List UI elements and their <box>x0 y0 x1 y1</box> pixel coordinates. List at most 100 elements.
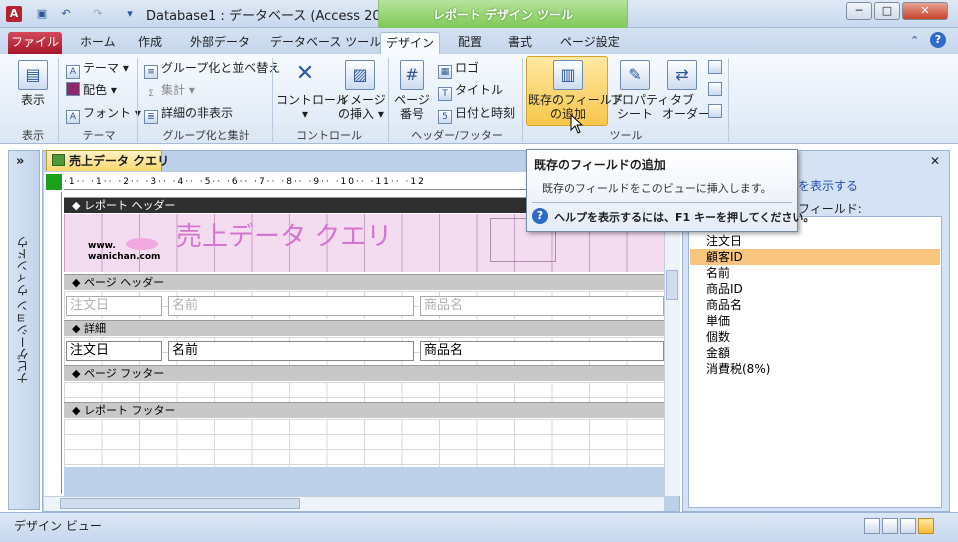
page-footer-section[interactable] <box>64 382 664 402</box>
add-existing-fields-button[interactable]: ▥ 既存のフィールド の追加 <box>528 58 624 124</box>
themes-label: テーマ ▾ <box>83 61 129 75</box>
navigation-pane-label: ナビゲーション ウィンドウ <box>16 236 30 384</box>
tooltip-title: 既存のフィールドの追加 <box>534 158 666 172</box>
print-preview-icon[interactable] <box>882 518 898 534</box>
property-sheet-icon: ✎ <box>620 60 650 90</box>
group-separator <box>272 58 273 142</box>
layout-view-icon[interactable] <box>900 518 916 534</box>
group-sort-label: グループ化と並べ替え <box>161 61 281 75</box>
group-sort-button[interactable]: ≡ グループ化と並べ替え <box>144 58 281 79</box>
status-text: デザイン ビュー <box>14 519 102 533</box>
report-view-icon[interactable] <box>864 518 880 534</box>
close-field-list-icon[interactable]: ✕ <box>930 154 940 168</box>
minimize-button[interactable]: ─ <box>846 2 872 20</box>
date-time-label: 日付と時刻 <box>455 106 516 120</box>
field-item[interactable]: 単価 <box>706 313 730 329</box>
report-selector[interactable] <box>46 174 62 190</box>
tab-file[interactable]: ファイル <box>8 32 62 54</box>
property-sheet-label-2: シート <box>616 107 653 121</box>
themes-button[interactable]: A テーマ ▾ <box>66 58 129 79</box>
tab-order-button[interactable]: ⇄ タブ オーダー <box>662 58 710 124</box>
image-icon: ▨ <box>345 60 375 90</box>
field-item[interactable]: 商品名 <box>706 297 742 313</box>
page-number-button[interactable]: # ページ 番号 <box>394 58 430 124</box>
logo-shape <box>126 238 158 250</box>
field-item[interactable]: 消費税(8%) <box>706 361 770 377</box>
redo-icon[interactable]: ↷ <box>90 6 106 22</box>
logo-image[interactable]: www. wanichan.com <box>88 234 172 262</box>
field-item[interactable]: 商品ID <box>706 281 743 297</box>
report-footer-section[interactable] <box>64 419 664 467</box>
page-number-label-2: 番号 <box>399 107 424 121</box>
calendar-icon: 5 <box>438 110 452 124</box>
view-button-label: 表示 <box>20 93 45 107</box>
controls-dropdown-icon: ▾ <box>301 107 309 121</box>
fonts-button[interactable]: A フォント ▾ <box>66 103 141 124</box>
help-icon[interactable]: ? <box>930 32 946 48</box>
customize-quick-access-icon[interactable]: ▾ <box>122 6 138 22</box>
view-code-icon[interactable] <box>708 82 722 96</box>
totals-label: 集計 ▾ <box>161 83 195 97</box>
hide-details-button[interactable]: ≣ 詳細の非表示 <box>144 103 234 124</box>
detail-label: 詳細 <box>83 322 106 335</box>
tab-format[interactable]: 書式 <box>498 32 542 54</box>
group-label-grouping: グループ化と集計 <box>162 129 250 142</box>
colors-button[interactable]: 配色 ▾ <box>66 80 117 100</box>
mouse-pointer-icon <box>570 114 584 134</box>
tab-create[interactable]: 作成 <box>128 32 172 54</box>
insert-image-label-1: イメージ <box>338 93 386 107</box>
field-name[interactable]: 名前 <box>168 341 414 361</box>
page-number-label-1: ページ <box>394 93 430 107</box>
field-product-name[interactable]: 商品名 <box>420 341 664 361</box>
section-bar-detail[interactable]: ◆ 詳細 <box>64 320 664 336</box>
view-button[interactable]: ▤ 表示 <box>12 58 54 124</box>
totals-button[interactable]: Σ 集計 ▾ <box>144 80 195 100</box>
title-button[interactable]: T タイトル <box>438 80 503 101</box>
field-item-selected[interactable]: 顧客ID <box>706 249 743 265</box>
group-label-controls: コントロール <box>296 129 362 142</box>
field-item[interactable]: 個数 <box>706 329 730 345</box>
tab-home[interactable]: ホーム <box>70 32 126 54</box>
tab-design[interactable]: デザイン <box>380 32 440 54</box>
label-product-name[interactable]: 商品名 <box>420 296 664 316</box>
vertical-ruler <box>46 192 62 494</box>
tab-database-tools[interactable]: データベース ツール <box>260 32 391 54</box>
undo-icon[interactable]: ↶ <box>58 6 74 22</box>
show-all-tables-link[interactable]: を表示する <box>798 177 858 194</box>
nav-pane-toggle[interactable]: » <box>16 154 24 169</box>
date-time-button[interactable]: 5 日付と時刻 <box>438 103 516 124</box>
minimize-ribbon-icon[interactable]: ⌃ <box>910 34 919 47</box>
convert-macros-icon[interactable] <box>708 104 722 118</box>
tab-arrange[interactable]: 配置 <box>448 32 492 54</box>
view-icon: ▤ <box>18 60 48 90</box>
controls-button[interactable]: ✕ コントロール ▾ <box>276 58 348 124</box>
page-footer-label: ページ フッター <box>83 367 165 380</box>
tab-order-icon: ⇄ <box>667 60 697 90</box>
tab-page-setup[interactable]: ページ設定 <box>550 32 630 54</box>
label-name[interactable]: 名前 <box>168 296 414 316</box>
section-bar-page-footer[interactable]: ◆ ページ フッター <box>64 365 664 381</box>
logo-button[interactable]: ▦ ロゴ <box>438 58 479 79</box>
maximize-button[interactable]: □ <box>874 2 900 20</box>
section-bar-page-header[interactable]: ◆ ページ ヘッダー <box>64 274 664 290</box>
save-icon[interactable]: ▣ <box>34 6 50 22</box>
field-item[interactable]: 注文日 <box>706 233 742 249</box>
hide-details-label: 詳細の非表示 <box>161 106 234 120</box>
logo-text-1: www. <box>88 241 116 251</box>
design-view-icon[interactable] <box>918 518 934 534</box>
tab-external-data[interactable]: 外部データ <box>180 32 260 54</box>
label-order-date[interactable]: 注文日 <box>66 296 162 316</box>
section-bar-report-footer[interactable]: ◆ レポート フッター <box>64 402 664 418</box>
access-app-icon[interactable]: A <box>6 6 22 22</box>
insert-image-button[interactable]: ▨ イメージ の挿入 ▾ <box>338 58 386 124</box>
property-sheet-button[interactable]: ✎ プロパティ シート <box>610 58 669 124</box>
field-order-date[interactable]: 注文日 <box>66 341 162 361</box>
report-title-label[interactable]: 売上データ クエリ <box>176 216 392 253</box>
vertical-scroll-thumb[interactable] <box>666 270 678 300</box>
subform-icon[interactable] <box>708 60 722 74</box>
horizontal-scroll-thumb[interactable] <box>60 498 300 509</box>
field-item[interactable]: 名前 <box>706 265 730 281</box>
help-icon: ? <box>532 208 548 224</box>
close-button[interactable]: ✕ <box>902 2 948 20</box>
field-item[interactable]: 金額 <box>706 345 730 361</box>
